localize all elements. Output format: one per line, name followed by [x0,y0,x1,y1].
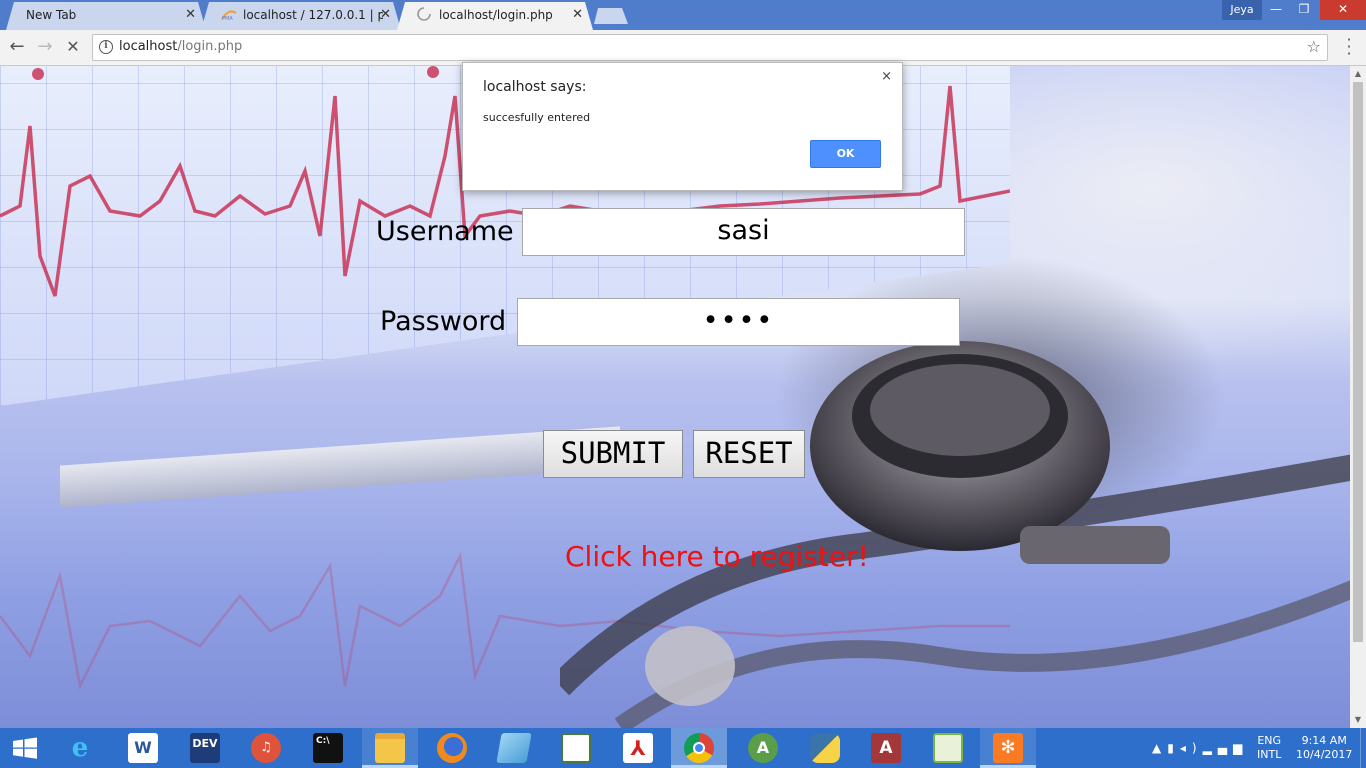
tab-title: localhost / 127.0.0.1 | php [243,8,383,22]
new-tab-button[interactable] [594,8,628,24]
submit-button[interactable]: SUBMIT [543,430,683,478]
password-input[interactable]: •••• [517,298,960,346]
taskbar-music-player[interactable]: ♫ [238,728,294,768]
info-icon[interactable]: i [99,40,113,54]
taskbar-access[interactable]: A [858,728,914,768]
alert-dialog: localhost says: × succesfully entered OK [462,62,903,191]
notepad-plus-icon [933,733,963,763]
taskbar-chrome[interactable] [671,728,727,768]
loading-spinner-icon [417,4,433,21]
headphones-icon: ♫ [251,733,281,763]
system-tray-icons[interactable]: ▲▮◂)▂▄▆ [1152,728,1248,768]
command-prompt-icon: C:\ [313,733,343,763]
language-code: ENG [1257,734,1282,747]
minimize-icon[interactable]: — [1262,0,1290,20]
taskbar-android-studio[interactable]: A [735,728,791,768]
alert-message: succesfully entered [483,111,591,124]
tab-title: localhost/login.php [439,8,553,22]
taskbar-xampp[interactable]: ✻ [980,728,1036,768]
close-icon[interactable]: ✕ [380,2,391,28]
taskbar-python[interactable] [797,728,853,768]
windows-taskbar: e W DEV ♫ C:\ ⅄ A A ✻ ▲▮◂)▂▄▆ ENG INTL 9… [0,728,1366,768]
tab-phpmyadmin[interactable]: PMA localhost / 127.0.0.1 | php ✕ [201,2,401,30]
tab-new-tab[interactable]: New Tab ✕ [6,2,206,30]
devcpp-icon: DEV [190,733,220,763]
taskbar-acrobat-reader[interactable]: ⅄ [610,728,666,768]
clock-time: 9:14 AM [1301,734,1347,747]
taskbar-notes-app[interactable] [486,728,542,768]
battery-icon[interactable]: ▮ [1167,741,1180,755]
restore-icon[interactable]: ❐ [1290,0,1318,20]
scroll-up-icon[interactable]: ▲ [1350,66,1366,82]
taskbar-word[interactable]: W [115,728,171,768]
taskbar-file-explorer[interactable] [362,728,418,768]
internet-explorer-icon: e [71,733,89,763]
access-icon: A [871,733,901,763]
notes-icon [496,733,532,763]
taskbar-registry-editor[interactable] [548,728,604,768]
chevron-up-icon[interactable]: ▲ [1152,741,1167,755]
xampp-icon: ✻ [993,733,1023,763]
background-monitor-frame [60,426,620,508]
taskbar-command-prompt[interactable]: C:\ [300,728,356,768]
scroll-down-icon[interactable]: ▼ [1350,712,1366,728]
folder-icon [375,733,405,763]
username-input[interactable]: sasi [522,208,965,256]
close-icon[interactable]: × [881,69,892,84]
windows-logo-icon [13,737,37,759]
register-link[interactable]: Click here to register! [565,540,869,573]
tab-title: New Tab [26,8,77,22]
window-close-icon[interactable]: ✕ [1320,0,1366,20]
password-label: Password [380,306,507,337]
forward-icon[interactable]: → [34,37,56,59]
language-indicator[interactable]: ENG INTL [1257,734,1281,768]
bookmark-star-icon[interactable]: ☆ [1307,37,1321,56]
address-bar[interactable]: i localhost/login.php ☆ [92,34,1328,61]
chrome-icon [684,733,714,763]
close-icon[interactable]: ✕ [572,2,583,28]
background-stethoscope-image [560,341,1350,728]
ok-button[interactable]: OK [810,140,881,168]
taskbar-firefox[interactable] [424,728,480,768]
reset-button[interactable]: RESET [693,430,805,478]
clock-date: 10/4/2017 [1296,748,1353,761]
close-icon[interactable]: ✕ [185,2,196,28]
back-icon[interactable]: ← [6,37,28,59]
scroll-thumb[interactable] [1353,82,1363,642]
network-icon[interactable]: ▂▄▆ [1203,741,1249,755]
python-icon [810,733,840,763]
svg-text:PMA: PMA [222,16,233,21]
firefox-icon [437,733,467,763]
browser-tab-strip: New Tab ✕ PMA localhost / 127.0.0.1 | ph… [0,0,1366,30]
keyboard-layout: INTL [1257,748,1282,761]
username-label: Username [376,216,514,247]
taskbar-devcpp[interactable]: DEV [177,728,233,768]
alert-title: localhost says: [483,79,587,95]
url-text[interactable]: localhost/login.php [119,39,242,54]
acrobat-icon: ⅄ [623,733,653,763]
word-icon: W [128,733,158,763]
tab-login[interactable]: localhost/login.php ✕ [397,2,593,30]
profile-button[interactable]: Jeya [1222,0,1262,20]
page-scrollbar[interactable]: ▲ ▼ [1350,66,1366,728]
phpmyadmin-icon: PMA [221,4,237,22]
browser-menu-icon[interactable]: · · · [1342,32,1356,62]
android-studio-icon: A [748,733,778,763]
show-desktop-button[interactable] [1360,728,1366,768]
browser-toolbar: ← → ✕ i localhost/login.php ☆ · · · [0,30,1366,66]
system-clock[interactable]: 9:14 AM 10/4/2017 [1296,734,1352,768]
stop-loading-icon[interactable]: ✕ [62,37,84,59]
taskbar-notepad-plus[interactable] [920,728,976,768]
start-button[interactable] [0,728,50,768]
volume-icon[interactable]: ◂) [1180,741,1203,755]
taskbar-internet-explorer[interactable]: e [52,728,108,768]
registry-editor-icon [561,733,591,763]
